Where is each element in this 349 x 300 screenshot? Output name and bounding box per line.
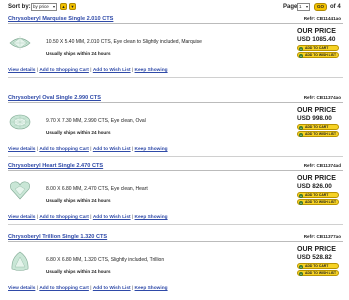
sort-pagination-bar: Sort by: by price ▾ ▲ ▼ Page 1 ▾ GO of 4 [0, 0, 349, 16]
add-to-shopping-cart-link[interactable]: Add to Shopping Cart [39, 147, 89, 152]
product-description: 9.70 X 7.30 MM, 2.990 CTS, Eye clean, Ov… [46, 118, 146, 124]
product-ref: Ref#: CB11374ao [303, 95, 341, 100]
heart-gem-icon[interactable] [9, 179, 31, 201]
add-to-wish-list-link[interactable]: Add to Wish List [93, 286, 131, 291]
product-description: 8.00 X 6.80 MM, 2.470 CTS, Eye clean, He… [46, 186, 148, 192]
add-to-cart-label: ADD TO CART [305, 264, 329, 268]
heart-icon: + [299, 200, 303, 205]
cart-icon: + [299, 46, 303, 51]
product-ref: Ref#: CB11374ad [303, 163, 341, 168]
sort-label: Sort by: [8, 4, 31, 10]
keep-showing-link[interactable]: Keep Showing [135, 68, 168, 73]
page-label: Page [283, 4, 298, 10]
price-value: USD 1085.40 [297, 36, 336, 43]
product-description: 6.80 X 6.80 MM, 1.320 CTS, Slightly incl… [46, 257, 165, 263]
add-to-cart-button[interactable]: + ADD TO CART [297, 192, 339, 198]
add-to-wish-list-button[interactable]: + ADD TO WISH LIST [297, 52, 339, 58]
add-to-shopping-cart-link[interactable]: Add to Shopping Cart [39, 68, 89, 73]
add-to-cart-button[interactable]: + ADD TO CART [297, 263, 339, 269]
product-links: View details | Add to Shopping Cart | Ad… [8, 147, 168, 152]
product-item: Chrysoberyl Marquise Single 2.010 CTS Re… [0, 16, 349, 90]
product-item: Chrysoberyl Oval Single 2.990 CTS Ref#: … [0, 95, 349, 169]
product-description: 10.50 X 5.40 MM, 2.010 CTS, Eye clean to… [46, 39, 202, 45]
heart-icon: + [299, 271, 303, 276]
add-to-shopping-cart-link[interactable]: Add to Shopping Cart [39, 286, 89, 291]
price-label: OUR PRICE [297, 28, 336, 35]
marquise-gem-icon[interactable] [9, 32, 31, 54]
product-title-row: Chrysoberyl Heart Single 2.470 CTS Ref#:… [8, 163, 343, 171]
page-select[interactable]: 1 ▾ [297, 3, 310, 11]
price-label: OUR PRICE [297, 175, 336, 182]
view-details-link[interactable]: View details [8, 215, 35, 220]
add-to-cart-button[interactable]: + ADD TO CART [297, 124, 339, 130]
price-label: OUR PRICE [297, 246, 336, 253]
product-links: View details | Add to Shopping Cart | Ad… [8, 68, 168, 73]
product-ref: Ref#: CB11441ao [303, 16, 341, 21]
add-to-wish-label: ADD TO WISH LIST [305, 53, 337, 57]
product-item: Chrysoberyl Heart Single 2.470 CTS Ref#:… [0, 163, 349, 237]
price-value: USD 826.00 [297, 183, 332, 190]
add-to-wish-label: ADD TO WISH LIST [305, 271, 337, 275]
view-details-link[interactable]: View details [8, 147, 35, 152]
shipping-info: Usually ships within 24 hours [46, 130, 111, 135]
add-to-wish-list-link[interactable]: Add to Wish List [93, 68, 131, 73]
trillion-gem-icon[interactable] [9, 250, 31, 272]
add-to-wish-list-link[interactable]: Add to Wish List [93, 215, 131, 220]
heart-icon: + [299, 132, 303, 137]
add-to-wish-list-link[interactable]: Add to Wish List [93, 147, 131, 152]
product-links: View details | Add to Shopping Cart | Ad… [8, 286, 168, 291]
shipping-info: Usually ships within 24 hours [46, 51, 111, 56]
price-value: USD 528.82 [297, 254, 332, 261]
up-arrow-icon: ▲ [61, 4, 66, 9]
cart-icon: + [299, 264, 303, 269]
keep-showing-link[interactable]: Keep Showing [135, 286, 168, 291]
cart-icon: + [299, 193, 303, 198]
cart-icon: + [299, 125, 303, 130]
oval-gem-icon[interactable] [9, 111, 31, 133]
shipping-info: Usually ships within 24 hours [46, 269, 111, 274]
shipping-info: Usually ships within 24 hours [46, 198, 111, 203]
add-to-wish-list-button[interactable]: + ADD TO WISH LIST [297, 270, 339, 276]
product-title-link[interactable]: Chrysoberyl Trillion Single 1.320 CTS [8, 234, 107, 240]
divider [8, 224, 343, 225]
product-title-row: Chrysoberyl Oval Single 2.990 CTS Ref#: … [8, 95, 343, 103]
page-count-label: of 4 [330, 4, 341, 10]
view-details-link[interactable]: View details [8, 286, 35, 291]
product-ref: Ref#: CB11377ao [303, 234, 341, 239]
add-to-cart-label: ADD TO CART [305, 125, 329, 129]
price-value: USD 998.00 [297, 115, 332, 122]
add-to-cart-button[interactable]: + ADD TO CART [297, 45, 339, 51]
divider [8, 156, 343, 157]
product-title-row: Chrysoberyl Trillion Single 1.320 CTS Re… [8, 234, 343, 242]
page-select-value: 1 [299, 4, 302, 9]
keep-showing-link[interactable]: Keep Showing [135, 147, 168, 152]
add-to-wish-list-button[interactable]: + ADD TO WISH LIST [297, 199, 339, 205]
add-to-wish-label: ADD TO WISH LIST [305, 200, 337, 204]
product-title-link[interactable]: Chrysoberyl Heart Single 2.470 CTS [8, 163, 103, 169]
product-links: View details | Add to Shopping Cart | Ad… [8, 215, 168, 220]
product-title-link[interactable]: Chrysoberyl Oval Single 2.990 CTS [8, 95, 101, 101]
product-item: Chrysoberyl Trillion Single 1.320 CTS Re… [0, 234, 349, 300]
go-button[interactable]: GO [314, 3, 327, 11]
sort-descending-button[interactable]: ▼ [69, 3, 76, 10]
add-to-cart-label: ADD TO CART [305, 46, 329, 50]
sort-select-value: by price [33, 4, 49, 9]
view-details-link[interactable]: View details [8, 68, 35, 73]
sort-ascending-button[interactable]: ▲ [60, 3, 67, 10]
price-label: OUR PRICE [297, 107, 336, 114]
divider [8, 77, 343, 78]
product-title-row: Chrysoberyl Marquise Single 2.010 CTS Re… [8, 16, 343, 24]
product-title-link[interactable]: Chrysoberyl Marquise Single 2.010 CTS [8, 16, 113, 22]
chevron-down-icon: ▾ [305, 4, 308, 9]
keep-showing-link[interactable]: Keep Showing [135, 215, 168, 220]
down-arrow-icon: ▼ [70, 4, 75, 9]
add-to-wish-list-button[interactable]: + ADD TO WISH LIST [297, 131, 339, 137]
heart-icon: + [299, 53, 303, 58]
add-to-wish-label: ADD TO WISH LIST [305, 132, 337, 136]
add-to-cart-label: ADD TO CART [305, 193, 329, 197]
chevron-down-icon: ▾ [52, 4, 55, 9]
add-to-shopping-cart-link[interactable]: Add to Shopping Cart [39, 215, 89, 220]
sort-select[interactable]: by price ▾ [31, 3, 57, 11]
